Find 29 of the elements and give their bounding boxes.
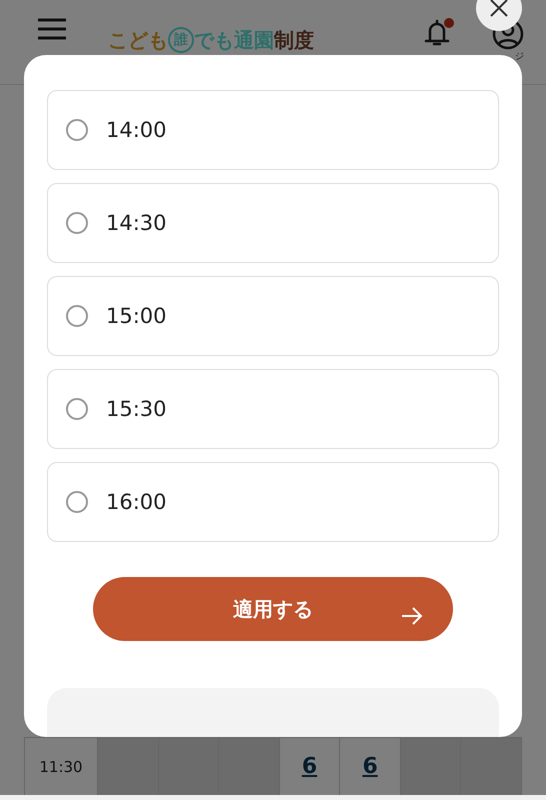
menu-icon	[38, 18, 66, 40]
bell-icon	[422, 18, 452, 48]
count-link[interactable]: 6	[302, 754, 318, 779]
time-label: 16:00	[106, 490, 167, 514]
radio-button[interactable]	[66, 212, 88, 234]
menu-button[interactable]	[38, 18, 66, 40]
close-icon	[489, 0, 509, 18]
arrow-right-icon	[401, 606, 423, 626]
radio-button[interactable]	[66, 119, 88, 141]
time-label: 15:00	[106, 304, 167, 328]
logo-text: でも通園	[194, 29, 274, 51]
time-label: 14:30	[106, 211, 167, 235]
account-label: ジ	[515, 50, 524, 63]
radio-button[interactable]	[66, 305, 88, 327]
time-option[interactable]: 14:00	[47, 90, 499, 170]
time-option[interactable]: 14:30	[47, 183, 499, 263]
notification-button[interactable]	[422, 18, 452, 48]
radio-button[interactable]	[66, 398, 88, 420]
logo-text: こども	[108, 29, 168, 51]
count-link[interactable]: 6	[362, 754, 378, 779]
time-option[interactable]: 15:00	[47, 276, 499, 356]
time-option[interactable]: 16:00	[47, 462, 499, 542]
radio-button[interactable]	[66, 491, 88, 513]
logo-text: 誰	[168, 27, 194, 53]
time-label: 14:00	[106, 118, 167, 142]
time-label: 15:30	[106, 397, 167, 421]
apply-button[interactable]: 適用する	[93, 577, 453, 642]
logo-text: 制度	[274, 29, 314, 51]
time-option[interactable]: 15:30	[47, 369, 499, 449]
